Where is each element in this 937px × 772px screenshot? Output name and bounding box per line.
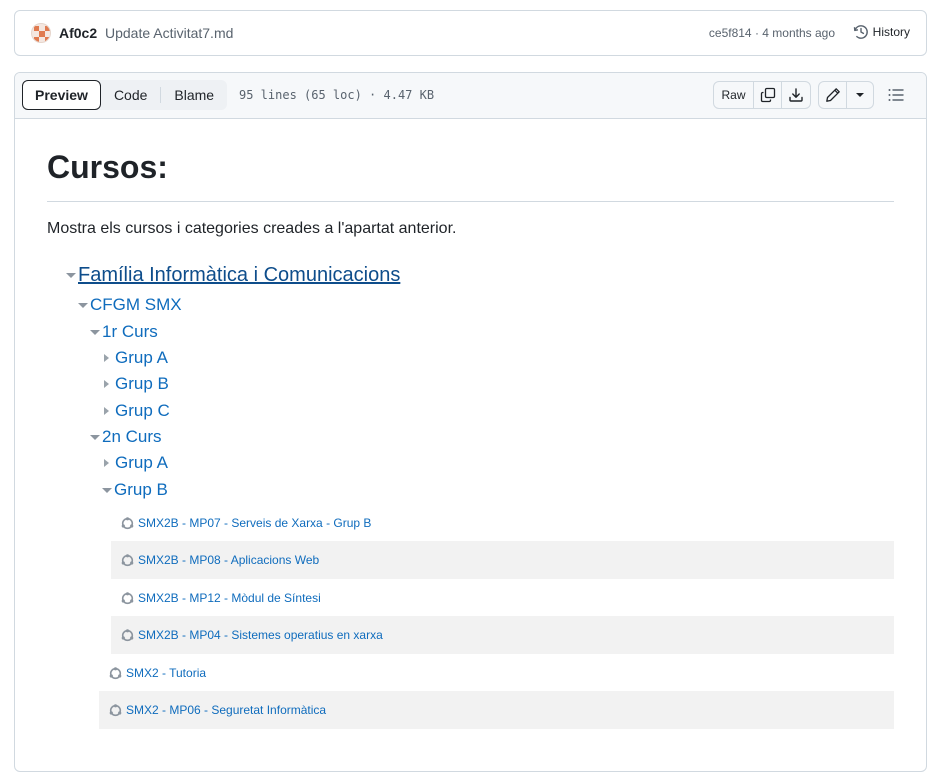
collapsed-caret-icon xyxy=(104,380,109,388)
course-icon xyxy=(121,516,134,529)
tree-item-1r-grup-a[interactable]: Grup A xyxy=(104,348,168,368)
course-row[interactable]: SMX2B - MP04 - Sistemes operatius en xar… xyxy=(111,616,894,654)
tree-label-grup[interactable]: Grup B xyxy=(114,480,168,500)
tree-item-2n-grup-a[interactable]: Grup A xyxy=(104,453,168,473)
course-icon xyxy=(121,553,134,566)
download-button[interactable] xyxy=(782,82,810,108)
tree-item-1r-grup-b[interactable]: Grup B xyxy=(104,374,169,394)
course-icon xyxy=(121,628,134,641)
commit-hash[interactable]: ce5f814 xyxy=(709,26,752,40)
triangle-down-icon xyxy=(856,93,865,97)
course-link[interactable]: SMX2B - MP12 - Mòdul de Síntesi xyxy=(138,591,321,605)
commit-message[interactable]: Update Activitat7.md xyxy=(105,25,233,41)
tree-label-1r-curs[interactable]: 1r Curs xyxy=(102,322,158,342)
copy-icon xyxy=(760,87,775,103)
collapsed-caret-icon xyxy=(104,407,109,415)
page-heading: Cursos: xyxy=(47,149,168,185)
commit-meta: ce5f814 · 4 months ago xyxy=(709,26,835,40)
download-icon xyxy=(789,88,803,102)
course-link[interactable]: SMX2B - MP04 - Sistemes operatius en xar… xyxy=(138,628,383,642)
tree-item-cfgm-smx[interactable]: CFGM SMX xyxy=(78,295,182,315)
course-icon xyxy=(109,666,122,679)
tree-item-1r-curs[interactable]: 1r Curs xyxy=(90,322,158,342)
course-icon xyxy=(121,591,134,604)
pencil-icon xyxy=(825,88,840,102)
heading-divider xyxy=(47,201,894,202)
tree-item-family[interactable]: Família Informàtica i Comunicacions xyxy=(66,264,400,287)
tree-label-grup[interactable]: Grup A xyxy=(115,453,168,473)
tree-label-family[interactable]: Família Informàtica i Comunicacions xyxy=(78,264,400,287)
history-icon xyxy=(853,25,868,39)
course-row[interactable]: SMX2B - MP12 - Mòdul de Síntesi xyxy=(111,579,894,617)
commit-author[interactable]: Af0c2 xyxy=(59,25,97,41)
course-icon xyxy=(109,703,122,716)
tab-blame[interactable]: Blame xyxy=(161,80,227,110)
file-viewer: Preview Code Blame 95 lines (65 loc) · 4… xyxy=(14,72,927,772)
history-label: History xyxy=(872,25,910,39)
tree-label-grup[interactable]: Grup C xyxy=(115,401,170,421)
commit-time: 4 months ago xyxy=(762,26,835,40)
tab-code[interactable]: Code xyxy=(101,80,160,110)
meta-separator: · xyxy=(754,26,759,40)
collapsed-caret-icon xyxy=(104,459,109,467)
course-link[interactable]: SMX2B - MP07 - Serveis de Xarxa - Grup B xyxy=(138,516,371,530)
course-link[interactable]: SMX2B - MP08 - Aplicacions Web xyxy=(138,553,319,567)
latest-commit-bar: Af0c2 Update Activitat7.md ce5f814 · 4 m… xyxy=(14,10,927,56)
expanded-caret-icon xyxy=(78,302,88,308)
tab-preview[interactable]: Preview xyxy=(22,80,101,110)
collapsed-caret-icon xyxy=(104,354,109,362)
course-row[interactable]: SMX2 - MP06 - Seguretat Informàtica xyxy=(99,691,894,729)
edit-button-group xyxy=(818,81,874,109)
course-link[interactable]: SMX2 - MP06 - Seguretat Informàtica xyxy=(126,703,326,717)
expanded-caret-icon xyxy=(90,434,100,440)
course-link[interactable]: SMX2 - Tutoria xyxy=(126,666,206,680)
tree-label-grup[interactable]: Grup B xyxy=(115,374,169,394)
tree-item-2n-grup-b[interactable]: Grup B xyxy=(102,480,168,500)
expanded-caret-icon xyxy=(102,487,112,493)
file-header: Preview Code Blame 95 lines (65 loc) · 4… xyxy=(15,73,926,119)
expanded-caret-icon xyxy=(90,329,100,335)
course-row[interactable]: SMX2B - MP07 - Serveis de Xarxa - Grup B xyxy=(111,504,894,542)
edit-button[interactable] xyxy=(819,82,848,108)
list-unordered-icon[interactable] xyxy=(887,86,905,104)
history-button[interactable]: History xyxy=(853,24,910,40)
tree-item-2n-curs[interactable]: 2n Curs xyxy=(90,427,162,447)
tree-label-2n-curs[interactable]: 2n Curs xyxy=(102,427,162,447)
tree-label-cfgm-smx[interactable]: CFGM SMX xyxy=(90,295,182,315)
file-info: 95 lines (65 loc) · 4.47 KB xyxy=(239,88,435,102)
tree-label-grup[interactable]: Grup A xyxy=(115,348,168,368)
raw-button[interactable]: Raw xyxy=(714,82,754,108)
course-row[interactable]: SMX2B - MP08 - Aplicacions Web xyxy=(111,541,894,579)
raw-copy-download-group: Raw xyxy=(713,81,811,109)
edit-options-dropdown[interactable] xyxy=(847,82,873,108)
intro-paragraph: Mostra els cursos i categories creades a… xyxy=(47,220,457,237)
copy-button[interactable] xyxy=(754,82,782,108)
course-row[interactable]: SMX2 - Tutoria xyxy=(99,654,894,692)
expanded-caret-icon xyxy=(66,273,76,278)
view-mode-tabs: Preview Code Blame xyxy=(22,80,228,110)
user-avatar[interactable] xyxy=(31,23,51,43)
tree-item-1r-grup-c[interactable]: Grup C xyxy=(104,401,170,421)
